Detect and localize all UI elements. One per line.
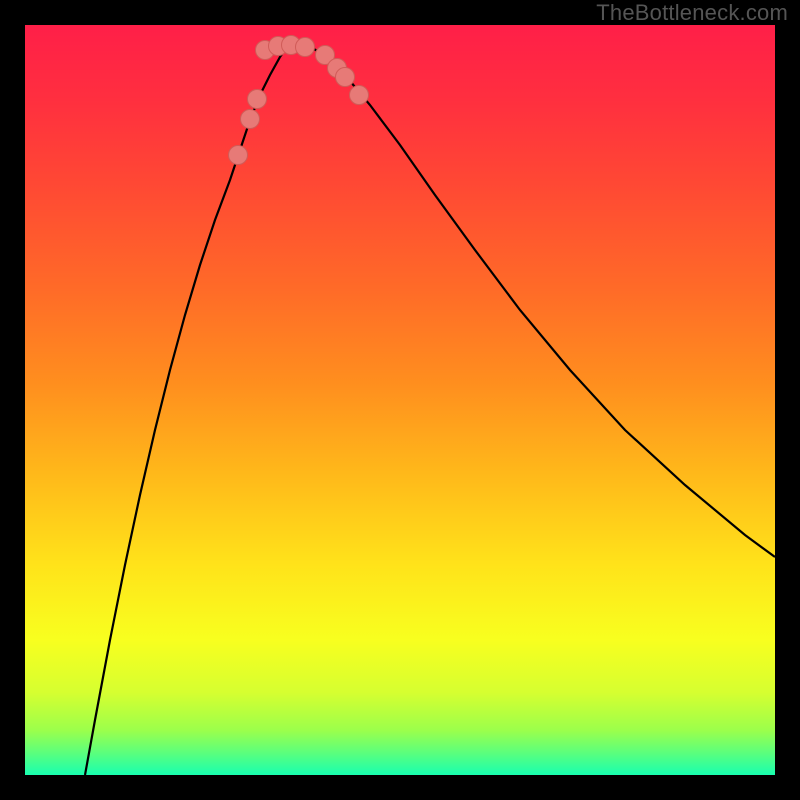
bottleneck-chart xyxy=(25,25,775,775)
curve-marker xyxy=(336,68,355,87)
curve-marker xyxy=(296,38,315,57)
curve-marker xyxy=(350,86,369,105)
chart-background xyxy=(25,25,775,775)
curve-marker xyxy=(241,110,260,129)
watermark-text: TheBottleneck.com xyxy=(596,0,788,26)
curve-marker xyxy=(248,90,267,109)
curve-marker xyxy=(229,146,248,165)
chart-frame xyxy=(25,25,775,775)
